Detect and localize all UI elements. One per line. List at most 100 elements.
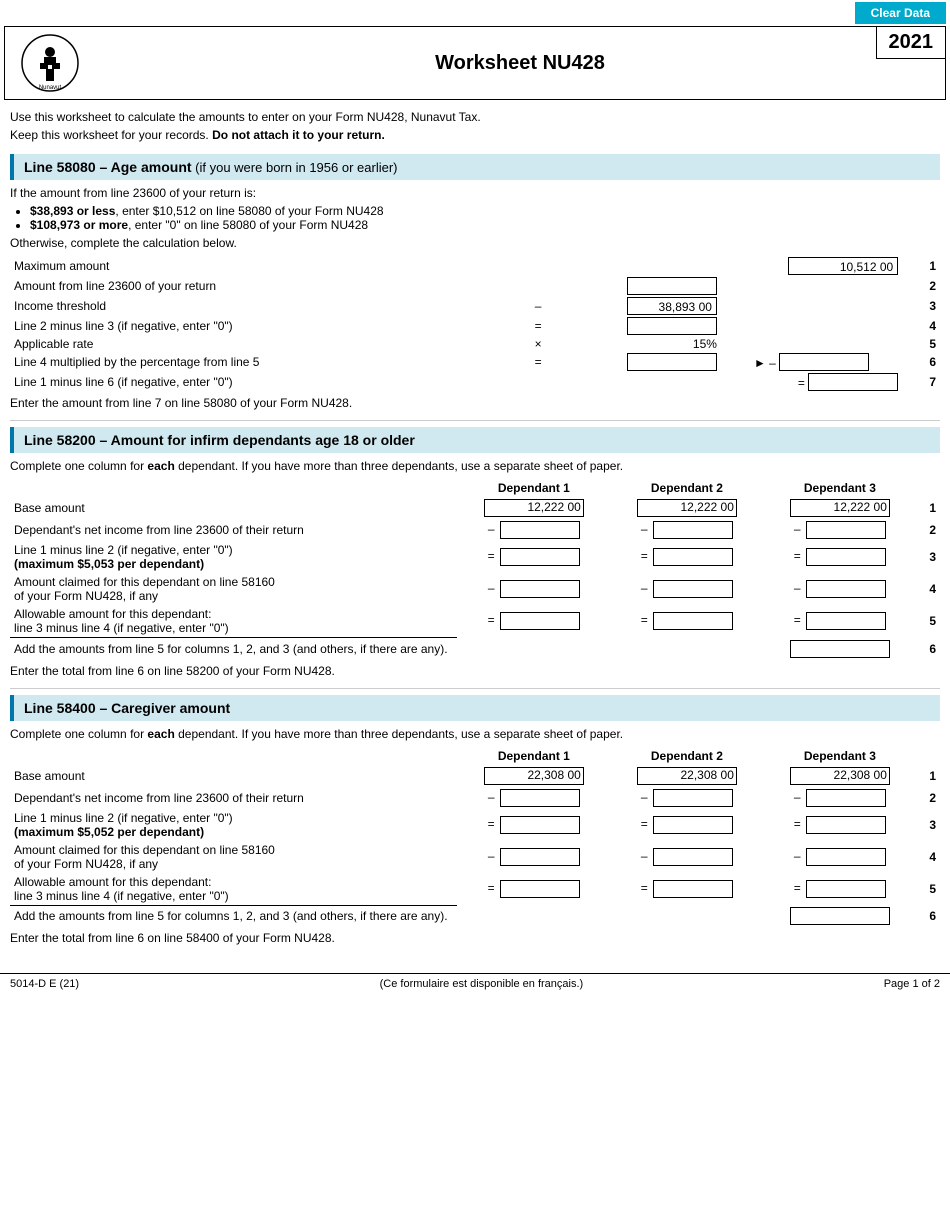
infirm-row4-dep1-input[interactable] bbox=[500, 580, 580, 598]
infirm-th-num bbox=[916, 479, 940, 497]
caregiver-th-num bbox=[916, 747, 940, 765]
caregiver-row1-dep3-input[interactable]: 22,308 00 bbox=[790, 767, 890, 785]
section-infirm-header: Line 58200 – Amount for infirm dependant… bbox=[10, 427, 940, 453]
infirm-row4-dep3-input[interactable] bbox=[806, 580, 886, 598]
infirm-row2-dep1-input[interactable] bbox=[500, 521, 580, 539]
caregiver-row2-dep2-input[interactable] bbox=[653, 789, 733, 807]
footer: 5014-D E (21) (Ce formulaire est disponi… bbox=[0, 973, 950, 994]
infirm-intro: Complete one column for each dependant. … bbox=[10, 459, 940, 473]
age-row7-input[interactable] bbox=[808, 373, 898, 391]
caregiver-row1-dep1-input[interactable]: 22,308 00 bbox=[484, 767, 584, 785]
caregiver-row3-label: Line 1 minus line 2 (if negative, enter … bbox=[10, 809, 457, 841]
caregiver-row5-dep1: = bbox=[457, 873, 610, 906]
caregiver-row4-dep3-input[interactable] bbox=[806, 848, 886, 866]
caregiver-row3-dep3-input[interactable] bbox=[806, 816, 886, 834]
intro-text: Use this worksheet to calculate the amou… bbox=[10, 108, 940, 144]
age-row6-right: ► – bbox=[721, 352, 902, 372]
age-row5-val: 15% bbox=[555, 336, 721, 352]
age-row3-right bbox=[721, 296, 902, 316]
infirm-row2-dep3-input[interactable] bbox=[806, 521, 886, 539]
infirm-row5-dep2-input[interactable] bbox=[653, 612, 733, 630]
intro-line2: Keep this worksheet for your records. Do… bbox=[10, 126, 940, 144]
caregiver-row5-dep2-input[interactable] bbox=[653, 880, 733, 898]
infirm-row1-dep3-input[interactable]: 12,222 00 bbox=[790, 499, 890, 517]
caregiver-row1-num: 1 bbox=[916, 765, 940, 787]
caregiver-row3-dep2-input[interactable] bbox=[653, 816, 733, 834]
infirm-row5-dep3-input[interactable] bbox=[806, 612, 886, 630]
age-row1-input[interactable]: 10,512 00 bbox=[788, 257, 898, 275]
infirm-row6-total-input[interactable] bbox=[790, 640, 890, 658]
caregiver-row2-dep3-input[interactable] bbox=[806, 789, 886, 807]
infirm-row3-dep2-input[interactable] bbox=[653, 548, 733, 566]
infirm-row6-num: 6 bbox=[916, 638, 940, 660]
age-row3-input[interactable]: 38,893 00 bbox=[627, 297, 717, 315]
age-row3-num: 3 bbox=[902, 296, 940, 316]
caregiver-row6-total-input[interactable] bbox=[790, 907, 890, 925]
clear-data-button[interactable]: Clear Data bbox=[855, 2, 946, 24]
age-condition-intro: If the amount from line 23600 of your re… bbox=[10, 186, 940, 200]
infirm-row3-dep3-input[interactable] bbox=[806, 548, 886, 566]
caregiver-row4-dep1-input[interactable] bbox=[500, 848, 580, 866]
infirm-row1-dep2-input[interactable]: 12,222 00 bbox=[637, 499, 737, 517]
infirm-row5-dep1-input[interactable] bbox=[500, 612, 580, 630]
infirm-row2-dep2-input[interactable] bbox=[653, 521, 733, 539]
caregiver-row5-label: Allowable amount for this dependant: lin… bbox=[10, 873, 457, 906]
caregiver-row2-dep1-input[interactable] bbox=[500, 789, 580, 807]
age-row1-op bbox=[522, 256, 555, 276]
caregiver-row6-num: 6 bbox=[916, 905, 940, 927]
infirm-row-2: Dependant's net income from line 23600 o… bbox=[10, 519, 940, 541]
caregiver-row5-num: 5 bbox=[916, 873, 940, 906]
age-row5-label: Applicable rate bbox=[10, 336, 522, 352]
infirm-row1-dep2: 12,222 00 bbox=[610, 497, 763, 519]
infirm-row4-dep1: – bbox=[457, 573, 610, 605]
caregiver-row1-label: Base amount bbox=[10, 765, 457, 787]
caregiver-row3-dep1-input[interactable] bbox=[500, 816, 580, 834]
section-caregiver-header: Line 58400 – Caregiver amount bbox=[10, 695, 940, 721]
infirm-row6-label: Add the amounts from line 5 for columns … bbox=[10, 638, 457, 660]
age-row4-num: 4 bbox=[902, 316, 940, 336]
caregiver-th-dep3: Dependant 3 bbox=[763, 747, 916, 765]
infirm-row3-dep3: = bbox=[763, 541, 916, 573]
caregiver-row3-dep1: = bbox=[457, 809, 610, 841]
infirm-row3-dep1-input[interactable] bbox=[500, 548, 580, 566]
age-row6-input[interactable] bbox=[627, 353, 717, 371]
age-bullet1: $38,893 or less, enter $10,512 on line 5… bbox=[30, 204, 940, 218]
caregiver-intro: Complete one column for each dependant. … bbox=[10, 727, 940, 741]
age-row6-num: 6 bbox=[902, 352, 940, 372]
age-row3-val: 38,893 00 bbox=[555, 296, 721, 316]
caregiver-row1-dep2-input[interactable]: 22,308 00 bbox=[637, 767, 737, 785]
svg-text:Nunavut: Nunavut bbox=[39, 85, 62, 91]
age-row1-val bbox=[555, 256, 721, 276]
age-row6-right-input[interactable] bbox=[779, 353, 869, 371]
age-otherwise: Otherwise, complete the calculation belo… bbox=[10, 236, 940, 250]
caregiver-row4-dep2-input[interactable] bbox=[653, 848, 733, 866]
age-row3-op: – bbox=[522, 296, 555, 316]
age-row2-input[interactable] bbox=[627, 277, 717, 295]
infirm-row4-dep2-input[interactable] bbox=[653, 580, 733, 598]
age-row6-op: = bbox=[522, 352, 555, 372]
age-row-6: Line 4 multiplied by the percentage from… bbox=[10, 352, 940, 372]
intro-line1: Use this worksheet to calculate the amou… bbox=[10, 108, 940, 126]
caregiver-row5-dep3: = bbox=[763, 873, 916, 906]
caregiver-row3-num: 3 bbox=[916, 809, 940, 841]
age-row-5: Applicable rate × 15% 5 bbox=[10, 336, 940, 352]
infirm-row1-dep1-input[interactable]: 12,222 00 bbox=[484, 499, 584, 517]
infirm-row1-num: 1 bbox=[916, 497, 940, 519]
year-badge: 2021 bbox=[876, 27, 946, 59]
infirm-row3-dep1: = bbox=[457, 541, 610, 573]
age-row4-input[interactable] bbox=[627, 317, 717, 335]
caregiver-footer-note: Enter the total from line 6 on line 5840… bbox=[10, 931, 940, 945]
age-row1-num: 1 bbox=[902, 256, 940, 276]
caregiver-row5-dep3-input[interactable] bbox=[806, 880, 886, 898]
infirm-row2-num: 2 bbox=[916, 519, 940, 541]
age-row-1: Maximum amount 10,512 00 1 bbox=[10, 256, 940, 276]
infirm-row-5: Allowable amount for this dependant: lin… bbox=[10, 605, 940, 638]
caregiver-row5-dep1-input[interactable] bbox=[500, 880, 580, 898]
caregiver-th-label bbox=[10, 747, 457, 765]
caregiver-row4-dep1: – bbox=[457, 841, 610, 873]
caregiver-row4-dep2: – bbox=[610, 841, 763, 873]
caregiver-row4-label: Amount claimed for this dependant on lin… bbox=[10, 841, 457, 873]
caregiver-row1-dep2: 22,308 00 bbox=[610, 765, 763, 787]
caregiver-row-3: Line 1 minus line 2 (if negative, enter … bbox=[10, 809, 940, 841]
infirm-header-row: Dependant 1 Dependant 2 Dependant 3 bbox=[10, 479, 940, 497]
